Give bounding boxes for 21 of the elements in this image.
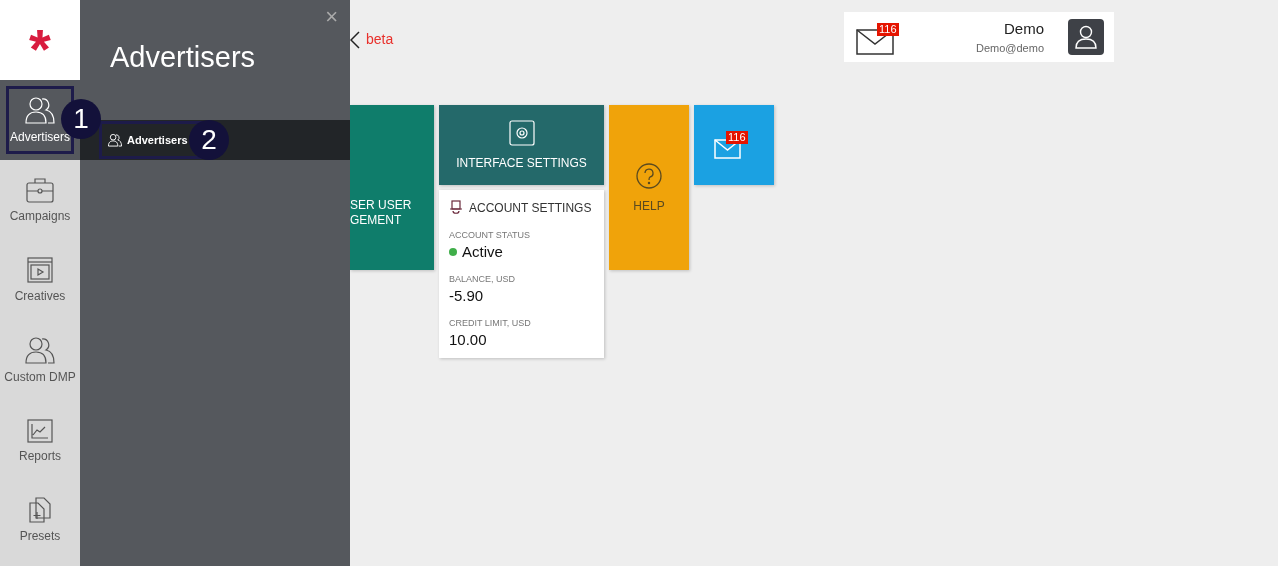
field-label: ACCOUNT STATUS [449, 230, 531, 240]
field-label: BALANCE, USD [449, 274, 517, 284]
logo: * [0, 0, 80, 80]
card-title: ACCOUNT SETTINGS [469, 201, 592, 215]
user-email: Demo@demo [975, 42, 1044, 54]
beta-label: beta [366, 31, 394, 47]
tile-label: GEMENT [350, 212, 403, 228]
unread-count: 116 [726, 131, 748, 144]
status-value: Active [462, 243, 503, 260]
panel-title: Advertisers [110, 41, 256, 75]
unread-count: 116 [877, 23, 899, 36]
nav-label: Presets [19, 529, 61, 543]
user-name: Demo [1004, 20, 1044, 37]
field-label: CREDIT LIMIT, USD [449, 318, 532, 328]
nav-label: Campaigns [9, 209, 71, 223]
nav-label: Creatives [14, 289, 66, 303]
nav-label: Custom DMP [4, 370, 76, 384]
credit-value: 10.00 [449, 331, 488, 348]
nav-label: Reports [19, 449, 61, 463]
balance-value: -5.90 [449, 287, 485, 304]
tile-label: SER USER [350, 197, 412, 213]
